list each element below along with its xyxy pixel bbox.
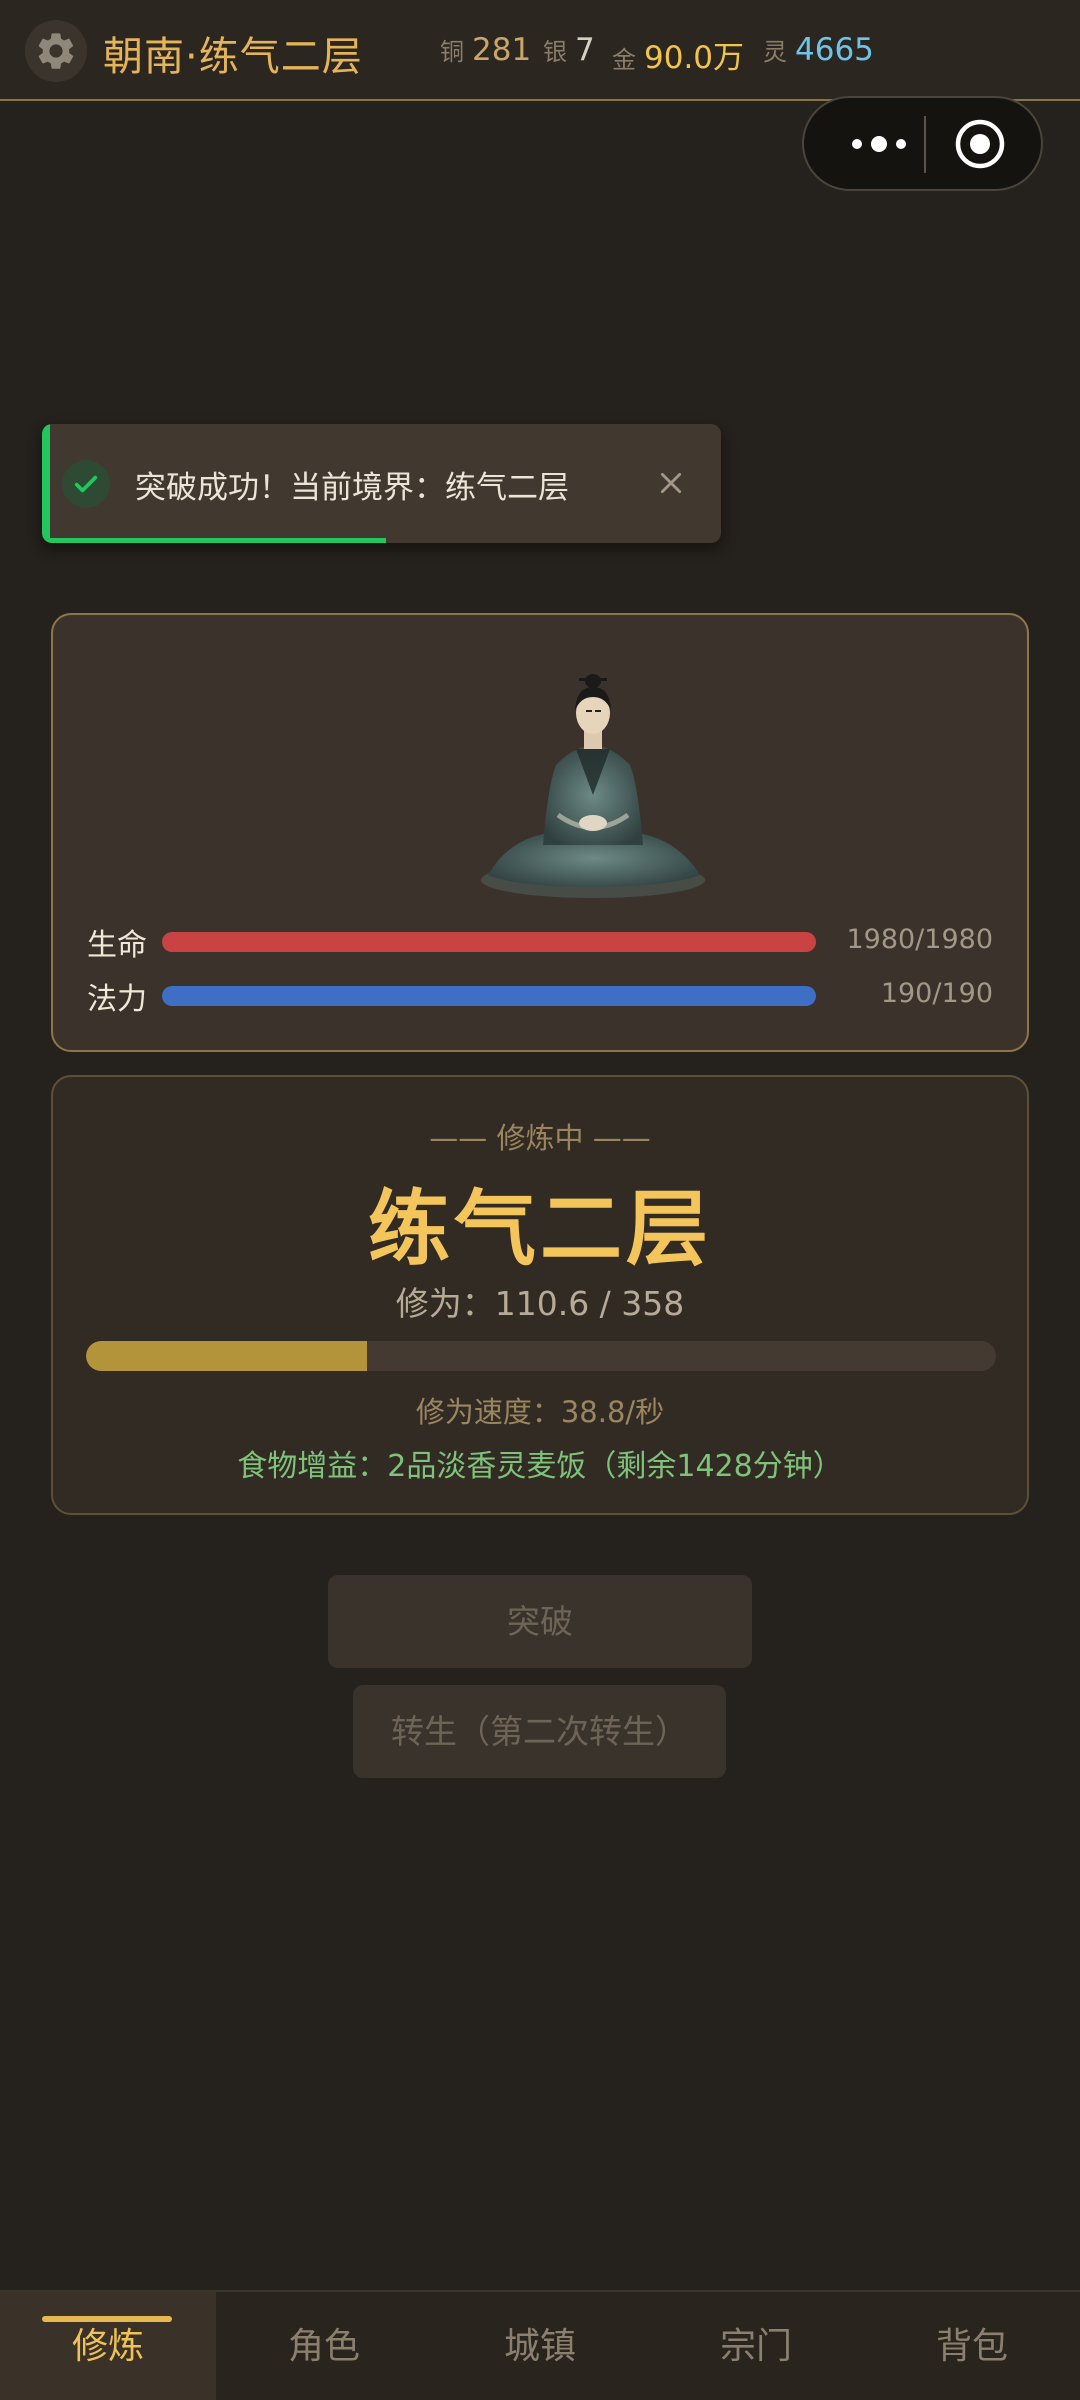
character-card: 生命 1980/1980 法力 190/190	[51, 613, 1029, 1052]
gear-icon	[38, 33, 74, 69]
mp-bar-fill	[162, 986, 816, 1006]
spirit-label: 灵	[763, 38, 787, 66]
mp-row: 法力 190/190	[87, 974, 993, 1017]
spirit-value: 4665	[795, 32, 874, 68]
silver-value: 7	[575, 32, 595, 68]
silver-counter: 银7	[543, 32, 595, 68]
hp-bar-fill	[162, 932, 816, 952]
gold-value: 90.0万	[644, 40, 745, 76]
rebirth-button[interactable]: 转生（第二次转生）	[353, 1685, 726, 1778]
cultivation-progress-text: 修为：110.6 / 358	[395, 1284, 685, 1323]
nav-item-sect[interactable]: 宗门	[648, 2292, 864, 2400]
breakthrough-button[interactable]: 突破	[328, 1575, 752, 1668]
realm-title: 练气二层	[367, 1182, 712, 1277]
copper-label: 铜	[440, 38, 464, 66]
nav-item-character[interactable]: 角色	[216, 2292, 432, 2400]
more-dots-icon[interactable]	[834, 98, 924, 189]
settings-button[interactable]	[25, 20, 87, 82]
cultivation-status: —— 修炼中 ——	[429, 1121, 651, 1155]
page-title: 朝南·练气二层	[103, 34, 363, 80]
mp-label: 法力	[87, 982, 147, 1017]
target-circle-icon[interactable]	[954, 118, 1006, 170]
hp-value: 1980/1980	[846, 924, 993, 955]
bottom-nav: 修炼 角色 城镇 宗门 背包	[0, 2290, 1080, 2400]
cultivation-speed: 修为速度：38.8/秒	[415, 1395, 665, 1429]
close-icon[interactable]	[646, 458, 696, 508]
cultivation-card: —— 修炼中 —— 练气二层 修为：110.6 / 358 修为速度：38.8/…	[51, 1075, 1029, 1515]
miniprogram-capsule	[802, 96, 1043, 191]
food-buff: 食物增益：2品淡香灵麦饭（剩余1428分钟）	[237, 1449, 843, 1484]
mp-value: 190/190	[880, 978, 993, 1009]
mp-bar	[162, 986, 816, 1006]
gold-label: 金	[612, 46, 636, 74]
cultivator-avatar	[481, 674, 705, 898]
capsule-divider	[924, 116, 926, 173]
copper-value: 281	[472, 32, 532, 68]
toast-timer-bar	[50, 538, 386, 543]
spirit-counter: 灵 4665	[763, 32, 874, 68]
toast-message: 突破成功！当前境界：练气二层	[135, 470, 569, 506]
copper-counter: 铜 281	[440, 32, 531, 68]
nav-item-town[interactable]: 城镇	[432, 2292, 648, 2400]
hp-bar	[162, 932, 816, 952]
silver-label: 银	[543, 38, 567, 66]
success-toast: 突破成功！当前境界：练气二层	[42, 424, 721, 543]
top-header: 朝南·练气二层 铜 281 银7 金 90.0万 灵 4665	[0, 0, 1080, 101]
cultivation-progress-bar	[86, 1341, 996, 1371]
nav-item-cultivate[interactable]: 修炼	[0, 2292, 216, 2400]
hp-row: 生命 1980/1980	[87, 920, 993, 963]
check-icon	[62, 460, 110, 508]
nav-item-bag[interactable]: 背包	[864, 2292, 1080, 2400]
toast-accent-bar	[42, 424, 50, 543]
gold-counter: 金 90.0万	[612, 32, 744, 77]
hp-label: 生命	[87, 928, 147, 963]
cultivation-progress-fill	[86, 1341, 368, 1371]
